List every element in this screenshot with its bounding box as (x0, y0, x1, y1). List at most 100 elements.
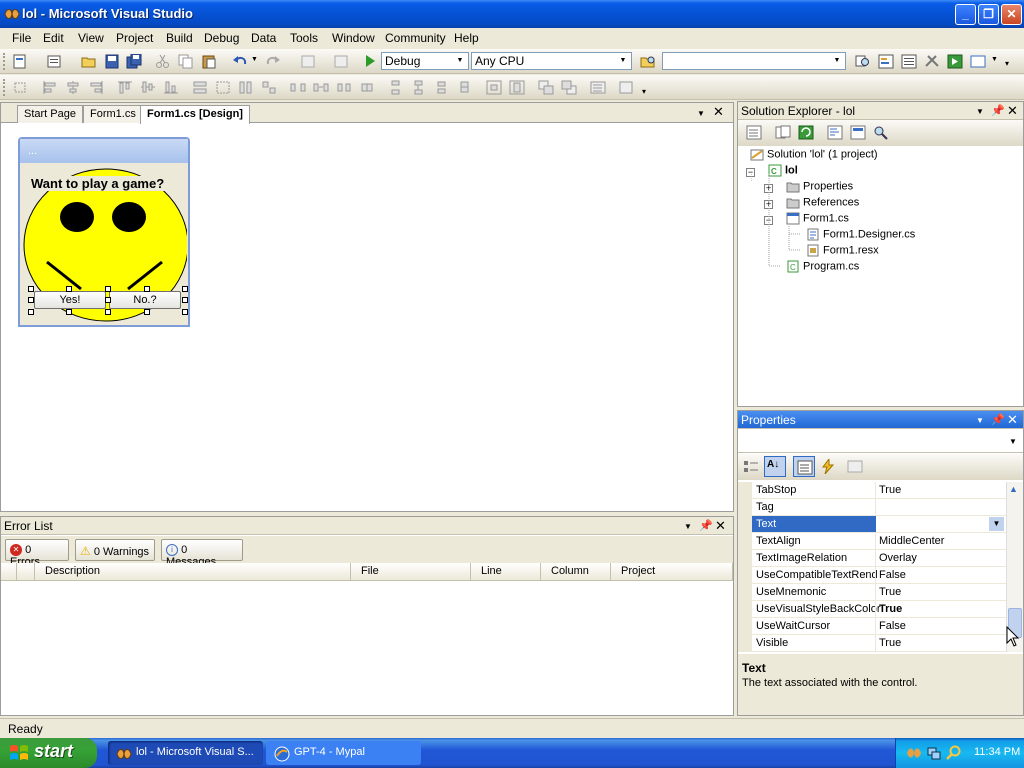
find-in-files-icon[interactable] (640, 54, 656, 69)
start-debugging-icon[interactable] (366, 55, 375, 67)
toolbar-grip[interactable] (3, 53, 6, 70)
align-centers-icon[interactable] (65, 80, 81, 95)
warnings-filter-button[interactable]: ⚠ 0 Warnings (75, 539, 155, 561)
resize-handle[interactable] (182, 297, 188, 303)
menu-project[interactable]: Project (116, 31, 153, 45)
property-row-visible[interactable]: Visible True (752, 635, 1006, 652)
menu-debug[interactable]: Debug (204, 31, 239, 45)
form-designer-window[interactable]: ... Want to play a game? Yes! No.? (18, 137, 190, 327)
align-tops-icon[interactable] (117, 80, 133, 95)
resize-handle[interactable] (105, 286, 111, 292)
tab-start-page[interactable]: Start Page (17, 105, 83, 123)
resize-handle[interactable] (28, 297, 34, 303)
resize-handle[interactable] (66, 286, 72, 292)
messages-filter-button[interactable]: i 0 Messages (161, 539, 243, 568)
make-same-height-icon[interactable] (238, 80, 254, 95)
text-property-value-input[interactable]: ▼ (876, 516, 1006, 532)
open-icon[interactable] (81, 54, 97, 69)
property-row-usecompatibletextrendering[interactable]: UseCompatibleTextRend False (752, 567, 1006, 584)
toolbar-options-icon[interactable]: ▾ (1005, 59, 1009, 68)
show-all-files-icon[interactable] (775, 125, 791, 140)
taskbar-button-visual-studio[interactable]: lol - Microsoft Visual S... (108, 741, 263, 765)
resize-handle[interactable] (144, 309, 150, 315)
undo-icon[interactable] (232, 54, 248, 69)
menu-tools[interactable]: Tools (290, 31, 318, 45)
toolbar-options-icon[interactable]: ▾ (642, 87, 646, 96)
toolbar-grip[interactable] (3, 79, 6, 96)
save-all-icon[interactable] (126, 54, 142, 69)
network-icon[interactable] (926, 745, 942, 761)
size-to-grid-icon[interactable] (215, 80, 231, 95)
property-row-tag[interactable]: Tag (752, 499, 1006, 516)
window-position-dropdown-icon[interactable]: ▼ (976, 107, 984, 116)
tree-item-form1-designer[interactable]: Form1.Designer.cs (806, 228, 915, 241)
events-lightning-icon[interactable] (820, 459, 836, 474)
menu-edit[interactable]: Edit (43, 31, 64, 45)
new-project-icon[interactable] (12, 54, 28, 69)
errors-filter-button[interactable]: ✕ 0 Errors (5, 539, 69, 568)
undo-dropdown-icon[interactable]: ▼ (251, 56, 258, 63)
menu-build[interactable]: Build (166, 31, 193, 45)
solution-configuration-select[interactable]: Debug ▼ (381, 52, 469, 70)
center-vertically-icon[interactable] (509, 80, 525, 95)
game-question-label[interactable]: Want to play a game? (28, 176, 168, 191)
find-combo-input[interactable]: ▼ (662, 52, 846, 70)
property-row-tabstop[interactable]: TabStop True (752, 482, 1006, 499)
bring-to-front-icon[interactable] (538, 80, 554, 95)
alphabetical-button[interactable]: A↓ (764, 456, 786, 477)
resize-handle[interactable] (182, 286, 188, 292)
increase-horizontal-spacing-icon[interactable] (313, 80, 329, 95)
start-page-icon[interactable] (947, 54, 963, 69)
close-panel-icon[interactable]: ✕ (715, 518, 726, 534)
auto-hide-pin-icon[interactable]: 📌 (991, 104, 1005, 117)
maximize-button[interactable]: ❐ (978, 4, 999, 25)
properties-view-button[interactable] (793, 456, 815, 477)
resize-handle[interactable] (144, 286, 150, 292)
horizontal-spacing-icon[interactable] (290, 80, 306, 95)
property-pages-icon[interactable] (847, 459, 863, 474)
auto-hide-pin-icon[interactable]: 📌 (991, 413, 1005, 426)
align-bottoms-icon[interactable] (163, 80, 179, 95)
vertical-spacing-icon[interactable] (388, 80, 404, 95)
resize-handle[interactable] (105, 297, 111, 303)
view-designer-icon[interactable] (850, 125, 866, 140)
resize-handle[interactable] (28, 286, 34, 292)
chevron-down-icon[interactable]: ▼ (989, 517, 1004, 531)
view-code-icon[interactable] (827, 125, 843, 140)
column-header-project[interactable]: Project (611, 563, 733, 581)
make-same-size-icon[interactable] (261, 80, 277, 95)
cut-icon[interactable] (155, 54, 171, 69)
menu-community[interactable]: Community (385, 31, 446, 45)
make-same-width-icon[interactable] (192, 80, 208, 95)
solution-platform-select[interactable]: Any CPU ▼ (471, 52, 632, 70)
decrease-vertical-spacing-icon[interactable] (434, 80, 450, 95)
scroll-up-icon[interactable]: ▲ (1009, 484, 1018, 494)
align-middles-icon[interactable] (140, 80, 156, 95)
solution-explorer-icon[interactable] (878, 54, 894, 69)
property-row-text[interactable]: Text ▼ (752, 516, 1006, 533)
active-files-dropdown-icon[interactable]: ▼ (697, 109, 705, 118)
redo-icon[interactable] (265, 54, 281, 69)
object-selector-combo[interactable]: ▼ (738, 431, 1023, 453)
lock-controls-icon[interactable] (618, 80, 634, 95)
taskbar-button-mypal[interactable]: GPT-4 - Mypal (266, 741, 421, 765)
resize-handle[interactable] (182, 309, 188, 315)
minimize-button[interactable]: _ (955, 4, 976, 25)
column-header-icon[interactable] (1, 563, 17, 581)
navigate-forward-icon[interactable] (333, 54, 349, 69)
paste-icon[interactable] (201, 54, 217, 69)
column-header-file[interactable]: File (351, 563, 471, 581)
close-document-icon[interactable]: ✕ (713, 104, 724, 120)
tab-form1-code[interactable]: Form1.cs (83, 105, 143, 123)
auto-hide-pin-icon[interactable]: 📌 (699, 519, 713, 532)
menu-file[interactable]: File (12, 31, 31, 45)
start-button[interactable]: start (0, 738, 97, 768)
remove-vertical-spacing-icon[interactable] (457, 80, 473, 95)
refresh-icon[interactable] (798, 125, 814, 140)
navigate-backward-icon[interactable] (300, 54, 316, 69)
toolbox-icon[interactable] (924, 54, 940, 69)
resize-handle[interactable] (66, 309, 72, 315)
align-to-grid-icon[interactable] (12, 80, 28, 95)
properties-window-icon[interactable] (901, 54, 917, 69)
add-item-icon[interactable] (46, 54, 62, 69)
